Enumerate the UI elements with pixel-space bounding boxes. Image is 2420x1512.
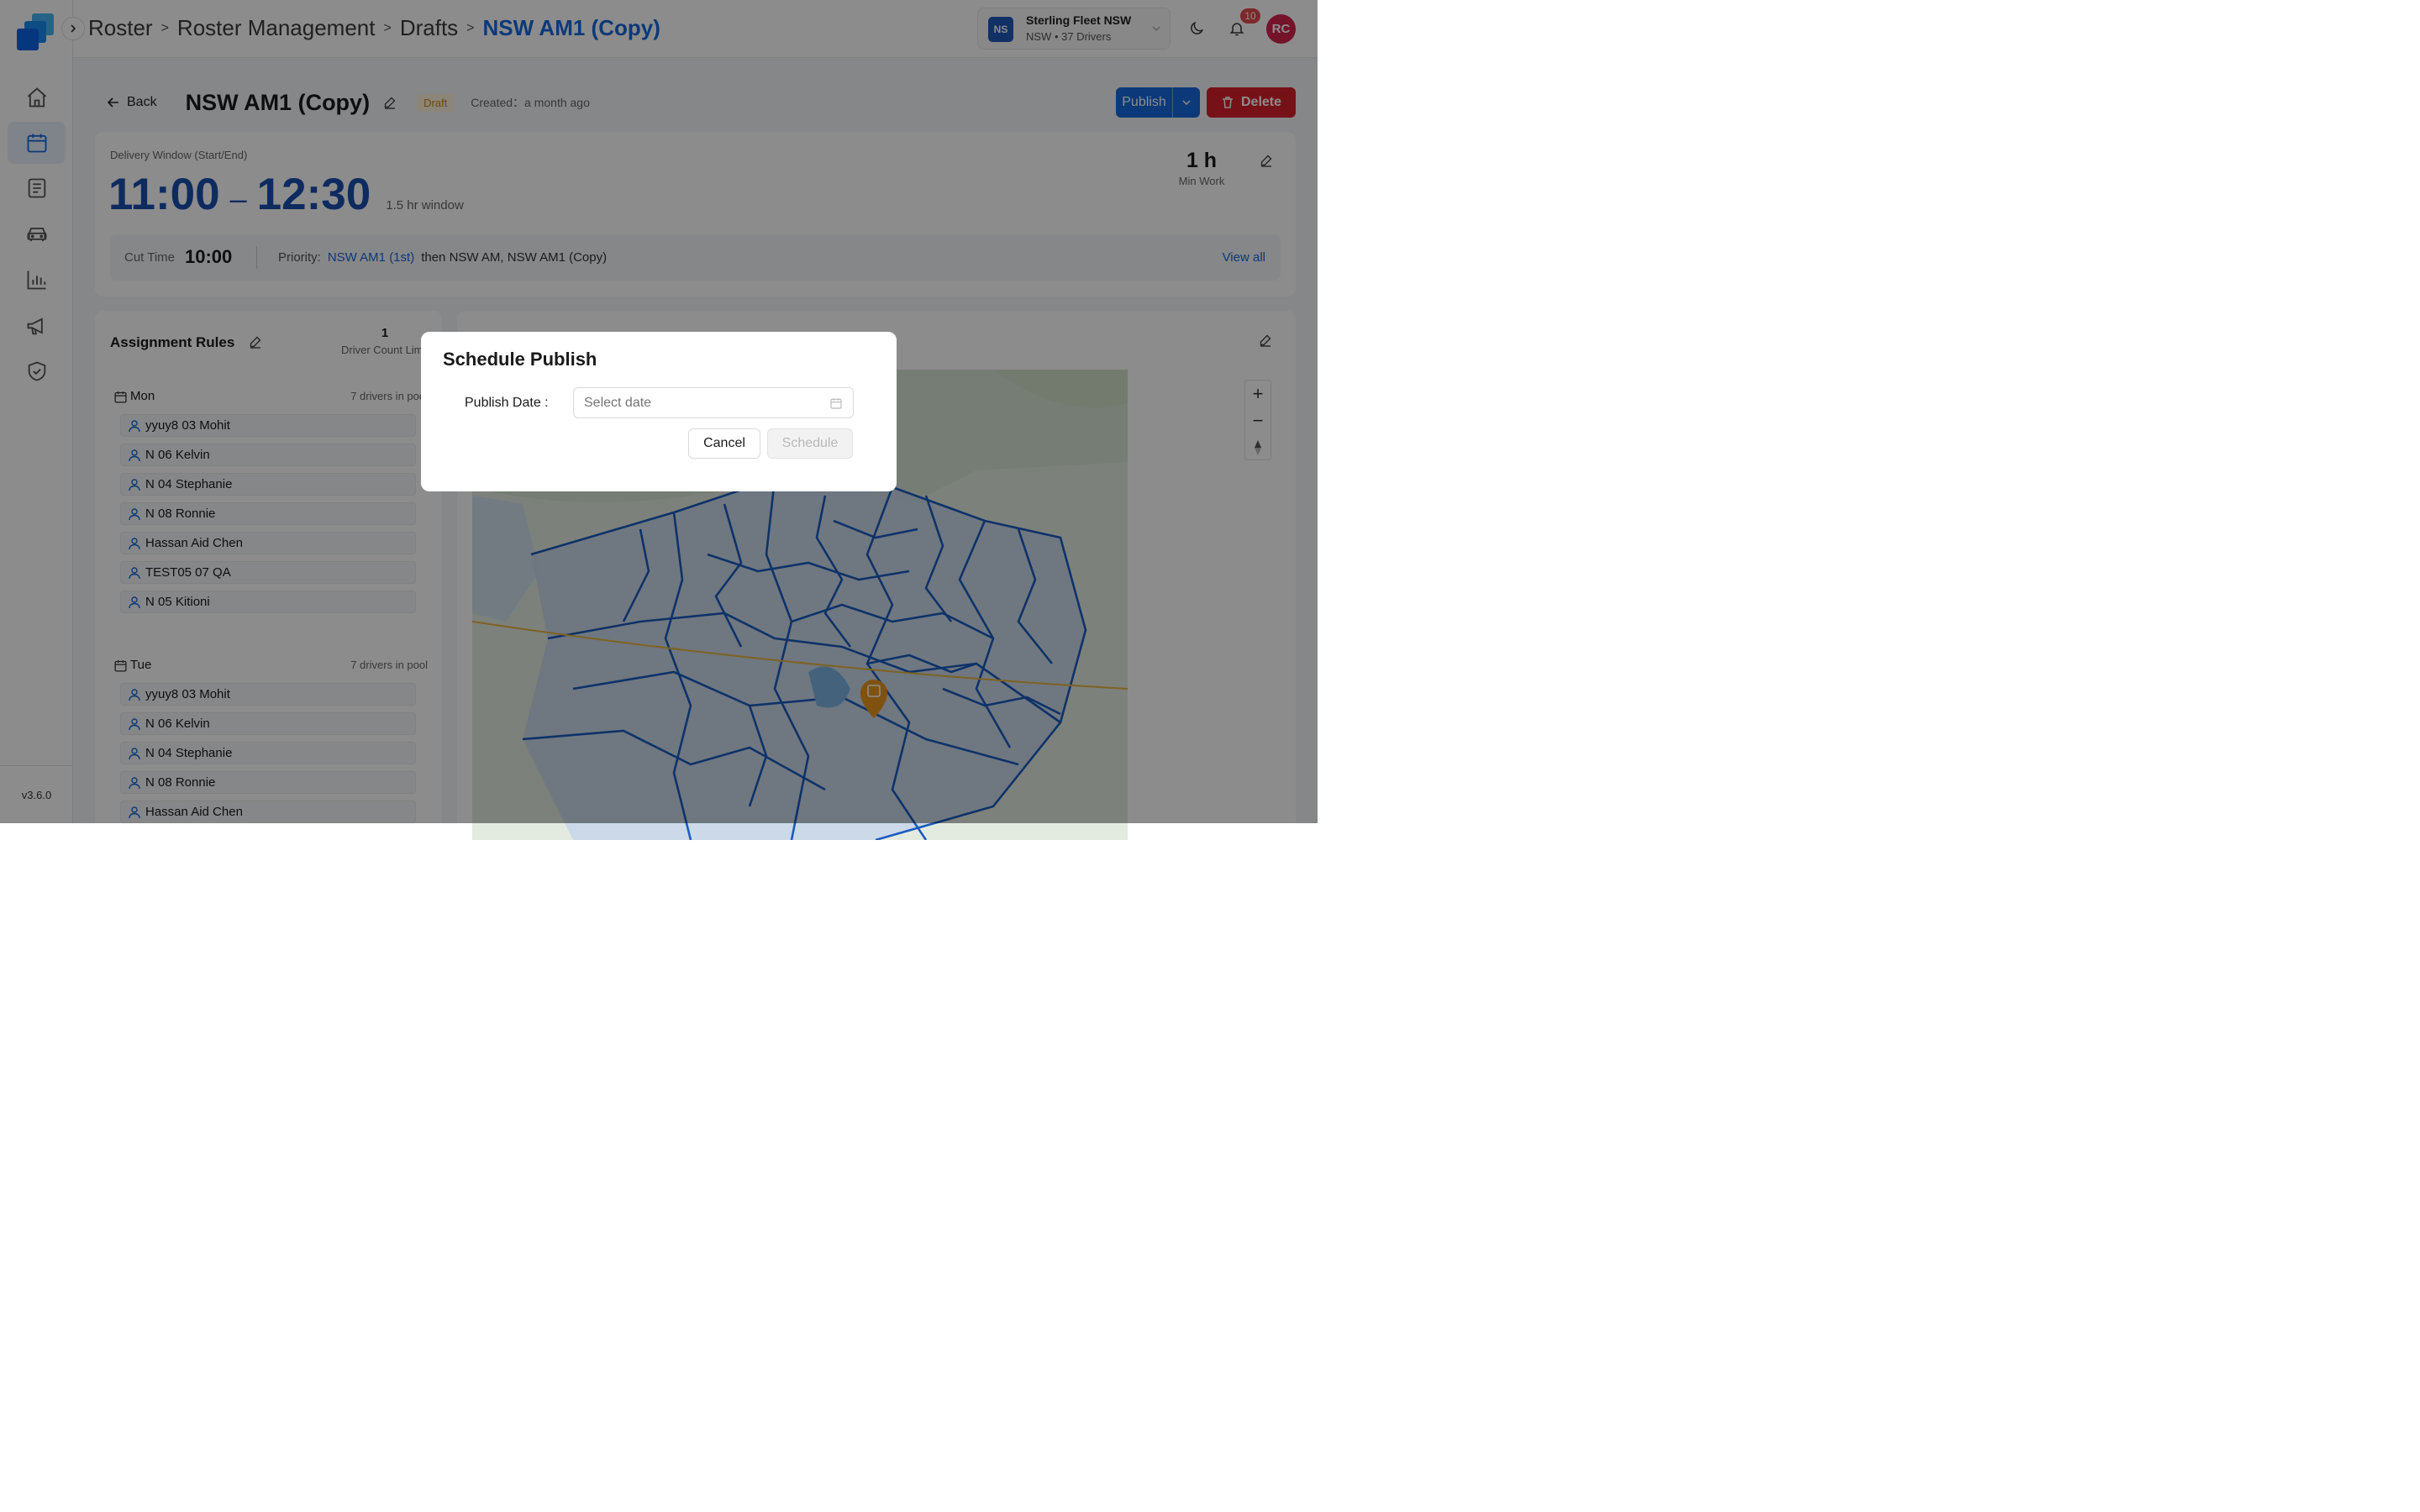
schedule-publish-dialog: Schedule Publish Publish Date : Cancel S… [421,332,897,491]
publish-date-input[interactable] [573,387,854,418]
cancel-button[interactable]: Cancel [688,428,760,459]
schedule-button[interactable]: Schedule [767,428,853,459]
calendar-icon [829,396,843,410]
publish-date-label: Publish Date : [465,396,549,410]
dialog-title: Schedule Publish [443,349,597,370]
